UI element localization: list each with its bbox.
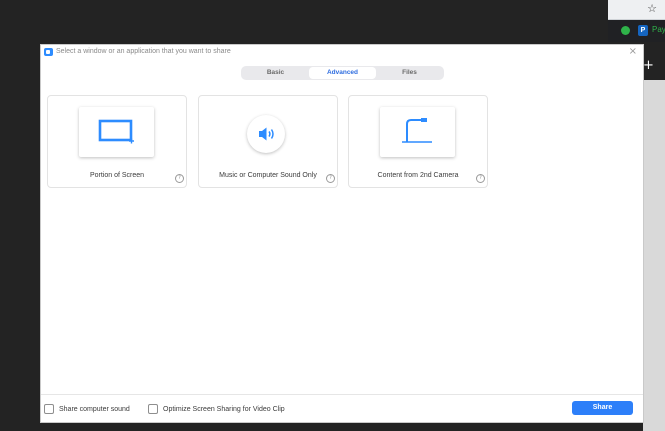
- camera-thumbnail: [380, 107, 455, 157]
- speaker-icon: [259, 127, 274, 141]
- dialog-title: Select a window or an application that y…: [56, 48, 231, 55]
- document-camera-icon: [402, 118, 432, 143]
- footer-divider: [41, 394, 643, 395]
- browser-bookmarks-bar-fragment: P Pay: [608, 20, 665, 42]
- desktop: ☆ P Pay + Select a window or an applicat…: [0, 0, 665, 431]
- help-icon[interactable]: ?: [476, 174, 485, 183]
- card-label: Music or Computer Sound Only: [219, 172, 317, 179]
- tab-advanced[interactable]: Advanced: [309, 67, 376, 79]
- share-option-portion-of-screen[interactable]: Portion of Screen ?: [47, 95, 187, 188]
- optimize-video-clip-checkbox[interactable]: [148, 404, 158, 414]
- paypal-bookmark-label[interactable]: Pay: [652, 25, 665, 34]
- share-computer-sound-option[interactable]: Share computer sound: [44, 404, 130, 414]
- card-label: Portion of Screen: [89, 172, 145, 179]
- share-option-second-camera[interactable]: Content from 2nd Camera ?: [348, 95, 488, 188]
- card-label: Content from 2nd Camera: [377, 172, 459, 179]
- help-icon[interactable]: ?: [326, 174, 335, 183]
- close-button[interactable]: ×: [629, 46, 637, 57]
- zoom-app-icon: [44, 48, 53, 56]
- help-icon[interactable]: ?: [175, 174, 184, 183]
- optimize-video-clip-label[interactable]: Optimize Screen Sharing for Video Clip: [163, 406, 285, 413]
- optimize-video-clip-option[interactable]: Optimize Screen Sharing for Video Clip: [148, 404, 285, 414]
- share-computer-sound-checkbox[interactable]: [44, 404, 54, 414]
- new-tab-plus-icon[interactable]: +: [643, 58, 654, 73]
- share-tabs: Basic Advanced Files: [241, 66, 444, 80]
- share-screen-dialog: Select a window or an application that y…: [40, 44, 644, 423]
- tab-files[interactable]: Files: [376, 67, 443, 79]
- dialog-titlebar: Select a window or an application that y…: [41, 45, 643, 61]
- background-window-strip: [643, 80, 665, 431]
- browser-address-bar-fragment: ☆: [608, 0, 665, 20]
- share-option-computer-sound[interactable]: Music or Computer Sound Only ?: [198, 95, 338, 188]
- tab-basic[interactable]: Basic: [242, 67, 309, 79]
- screen-portion-icon: [98, 119, 134, 144]
- paypal-bookmark-icon[interactable]: P: [638, 25, 648, 36]
- share-button[interactable]: Share: [572, 401, 633, 415]
- share-computer-sound-label[interactable]: Share computer sound: [59, 406, 130, 413]
- globe-extension-icon[interactable]: [621, 26, 630, 35]
- portion-thumbnail: [79, 107, 154, 157]
- bookmark-star-icon[interactable]: ☆: [647, 2, 657, 15]
- audio-thumbnail: [247, 115, 285, 153]
